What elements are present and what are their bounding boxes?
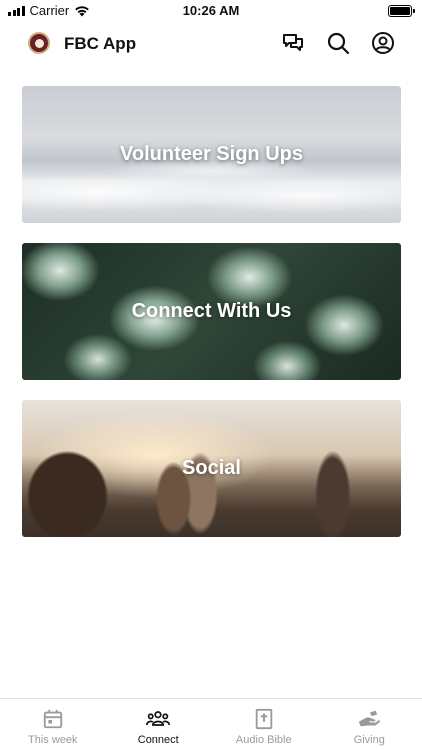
app-header: FBC App xyxy=(0,26,422,62)
tab-audio-bible[interactable]: Audio Bible xyxy=(211,699,317,750)
tab-label: This week xyxy=(27,734,78,746)
calendar-icon xyxy=(41,707,65,731)
tab-label: Giving xyxy=(353,734,385,746)
card-label: Social xyxy=(182,457,241,479)
giving-hand-icon xyxy=(357,707,381,731)
battery-icon xyxy=(388,5,415,17)
tab-label: Audio Bible xyxy=(235,734,292,746)
card-label: Volunteer Sign Ups xyxy=(120,143,303,165)
card-connect-with-us[interactable]: Connect With Us xyxy=(22,243,401,380)
tab-this-week[interactable]: This week xyxy=(0,699,106,750)
tab-giving[interactable]: Giving xyxy=(317,699,422,750)
search-icon[interactable] xyxy=(325,30,351,56)
app-title: FBC App xyxy=(64,34,137,53)
profile-icon[interactable] xyxy=(370,30,396,56)
card-label: Connect With Us xyxy=(131,300,292,322)
connect-cards: Volunteer Sign Ups Connect With Us Socia… xyxy=(22,86,401,557)
people-icon xyxy=(146,707,171,731)
card-volunteer-sign-ups[interactable]: Volunteer Sign Ups xyxy=(22,86,401,223)
church-logo xyxy=(28,32,50,54)
chat-icon[interactable] xyxy=(280,30,306,56)
status-time: 10:26 AM xyxy=(182,3,240,18)
bible-icon xyxy=(252,707,276,731)
tab-connect[interactable]: Connect xyxy=(106,699,212,750)
card-social[interactable]: Social xyxy=(22,400,401,537)
status-bar: Carrier 10:26 AM xyxy=(0,0,422,22)
tab-label: Connect xyxy=(137,734,179,746)
tab-bar: This week Connect Audio Bible Giving xyxy=(0,698,422,750)
